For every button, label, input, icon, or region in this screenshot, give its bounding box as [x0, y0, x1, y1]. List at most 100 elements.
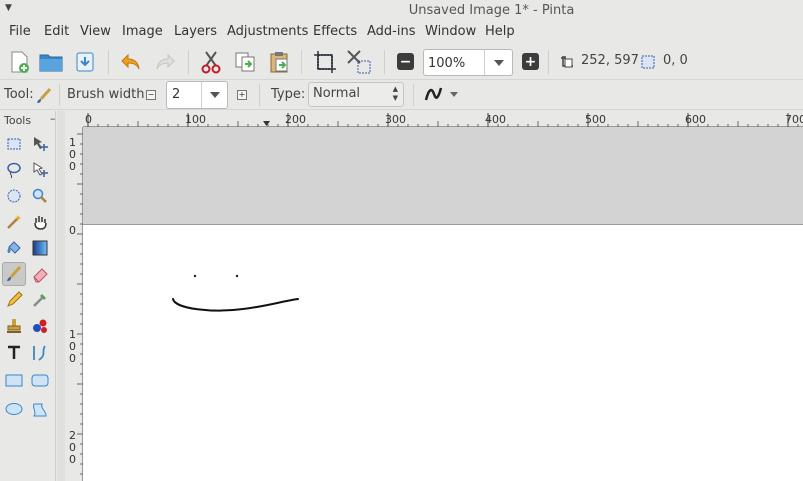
hruler-label: 400 [485, 113, 506, 126]
right-eye-dot [235, 274, 239, 278]
ellipse-select-tool[interactable] [2, 184, 26, 208]
move-selection-icon [33, 162, 48, 177]
menu-image[interactable]: Image [122, 24, 163, 39]
paint-bucket-icon [7, 241, 21, 254]
zoom-tool[interactable] [28, 184, 52, 208]
left-eye-dot [193, 274, 197, 278]
tools-panel-title: Tools [4, 114, 32, 127]
chevron-down-icon[interactable] [450, 92, 458, 97]
paintbrush-tool[interactable] [2, 262, 26, 286]
recolor-tool[interactable] [28, 314, 52, 338]
copy-icon [235, 52, 255, 72]
brush-width-input[interactable] [172, 87, 200, 102]
vruler-digit: 0 [69, 453, 76, 466]
line-curve-tool[interactable] [28, 341, 52, 365]
lasso-icon [7, 162, 21, 179]
eyedropper-icon [33, 294, 46, 307]
type-select[interactable]: Normal ▲ ▼ [308, 82, 404, 107]
text-tool[interactable] [2, 341, 26, 365]
hruler-label: 600 [685, 113, 706, 126]
rectangle-select-tool[interactable] [2, 132, 26, 156]
vruler-digit: 0 [69, 160, 76, 173]
type-label: Type: [271, 87, 306, 102]
ellipse-icon [5, 403, 23, 415]
rectangle-tool[interactable] [2, 369, 26, 393]
text-icon [8, 345, 20, 359]
menu-effects[interactable]: Effects [313, 24, 357, 39]
undo-icon [121, 53, 140, 70]
hruler-label: 700 [785, 113, 803, 126]
magic-wand-tool[interactable] [2, 210, 26, 234]
pan-tool[interactable] [28, 210, 52, 234]
image-canvas[interactable] [83, 224, 803, 481]
clone-stamp-icon [7, 319, 21, 333]
zoom-combo[interactable] [423, 49, 513, 76]
open-button[interactable] [38, 49, 64, 75]
paste-button[interactable] [266, 49, 292, 75]
menu-view[interactable]: View [80, 24, 111, 39]
zoom-input[interactable] [428, 54, 484, 72]
move-selected-tool[interactable] [28, 132, 52, 156]
lasso-select-tool[interactable] [2, 158, 26, 182]
eraser-tool[interactable] [28, 262, 52, 286]
recolor-icon [33, 319, 47, 333]
deselect-button[interactable] [346, 49, 372, 75]
menu-add-ins[interactable]: Add-ins [367, 24, 415, 39]
chevron-down-icon [209, 92, 220, 98]
hand-icon [34, 216, 47, 230]
antialiasing-icon[interactable] [423, 86, 443, 104]
color-picker-tool[interactable] [28, 288, 52, 312]
zoom-dropdown-button[interactable] [484, 50, 512, 75]
cut-icon [201, 51, 221, 74]
hruler-label: 100 [185, 113, 206, 126]
tool-label: Tool: [4, 87, 34, 102]
gradient-tool[interactable] [28, 236, 52, 260]
type-value: Normal [313, 86, 361, 101]
menu-adjustments[interactable]: Adjustments [227, 24, 308, 39]
brush-width-combo[interactable] [166, 81, 228, 109]
toolbar-separator [384, 50, 385, 74]
vruler-digit: 0 [69, 352, 76, 365]
menu-help[interactable]: Help [485, 24, 515, 39]
brush-width-decrease-button[interactable]: − [146, 90, 156, 100]
menu-layers[interactable]: Layers [174, 24, 217, 39]
image-size-readout: 252, 597 [581, 53, 639, 68]
zoom-out-button[interactable]: − [397, 53, 414, 70]
menu-edit[interactable]: Edit [44, 24, 69, 39]
clone-stamp-tool[interactable] [2, 314, 26, 338]
crop-icon [314, 51, 336, 73]
move-selection-tool[interactable] [28, 158, 52, 182]
canvas-viewport[interactable] [83, 127, 803, 481]
menu-file[interactable]: File [9, 24, 31, 39]
brush-width-label: Brush width: [67, 87, 149, 102]
save-icon [76, 52, 94, 72]
menu-window[interactable]: Window [425, 24, 476, 39]
freeform-shape-tool[interactable] [28, 397, 52, 421]
ellipse-tool[interactable] [2, 397, 26, 421]
pinta-window: { "window": { "title": "Unsaved Image 1*… [0, 0, 803, 481]
undo-button[interactable] [118, 49, 144, 75]
paintbrush-icon [7, 265, 22, 281]
cut-button[interactable] [198, 49, 224, 75]
move-selected-icon [34, 137, 48, 151]
brush-width-increase-button[interactable]: + [237, 90, 247, 100]
vruler-digit: 0 [69, 224, 76, 237]
crop-button[interactable] [312, 49, 338, 75]
brush-width-dropdown-button[interactable] [201, 82, 227, 108]
copy-button[interactable] [232, 49, 258, 75]
tools-panel-minimize-button[interactable]: – [50, 112, 56, 125]
save-button[interactable] [72, 49, 98, 75]
redo-button[interactable] [152, 49, 178, 75]
zoom-in-button[interactable]: + [522, 53, 539, 70]
new-image-button[interactable] [7, 49, 33, 75]
panel-scroll-gutter[interactable] [57, 111, 65, 481]
window-title: Unsaved Image 1* - Pinta [408, 3, 575, 18]
vertical-ruler: 1 0 0 0 1 0 0 2 0 0 [65, 127, 83, 481]
paint-bucket-tool[interactable] [2, 236, 26, 260]
rectangle-select-icon [7, 138, 21, 150]
pencil-tool[interactable] [2, 288, 26, 312]
rounded-rectangle-tool[interactable] [28, 369, 52, 393]
zoom-in-icon: + [524, 53, 537, 70]
rounded-rectangle-icon [31, 374, 49, 387]
options-separator [59, 84, 60, 106]
